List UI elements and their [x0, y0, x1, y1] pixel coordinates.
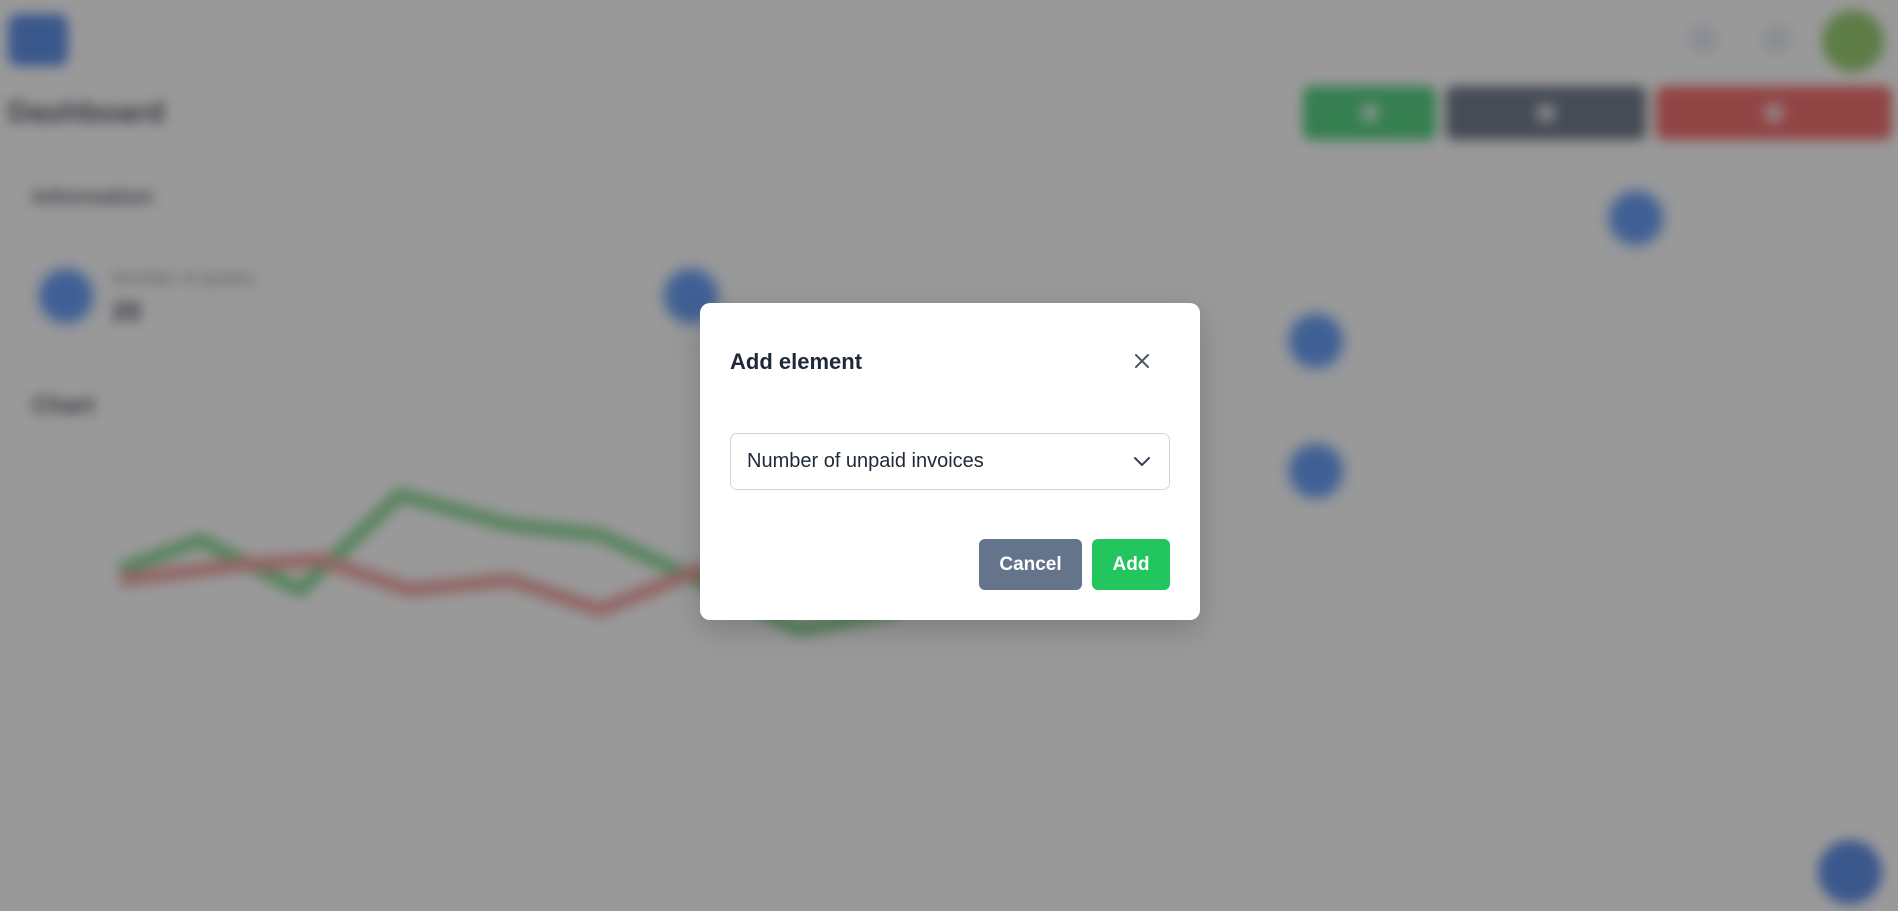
- modal-title: Add element: [730, 349, 863, 374]
- close-button[interactable]: [1126, 345, 1158, 377]
- add-button[interactable]: Add: [1092, 539, 1170, 590]
- cancel-button[interactable]: Cancel: [979, 539, 1082, 590]
- select-value: Number of unpaid invoices: [747, 450, 984, 472]
- add-element-modal: Add element Number of unpaid invoices Ca…: [700, 303, 1200, 620]
- element-type-select[interactable]: Number of unpaid invoices: [730, 433, 1170, 490]
- chevron-down-icon: [1131, 451, 1153, 473]
- close-icon: [1135, 354, 1149, 368]
